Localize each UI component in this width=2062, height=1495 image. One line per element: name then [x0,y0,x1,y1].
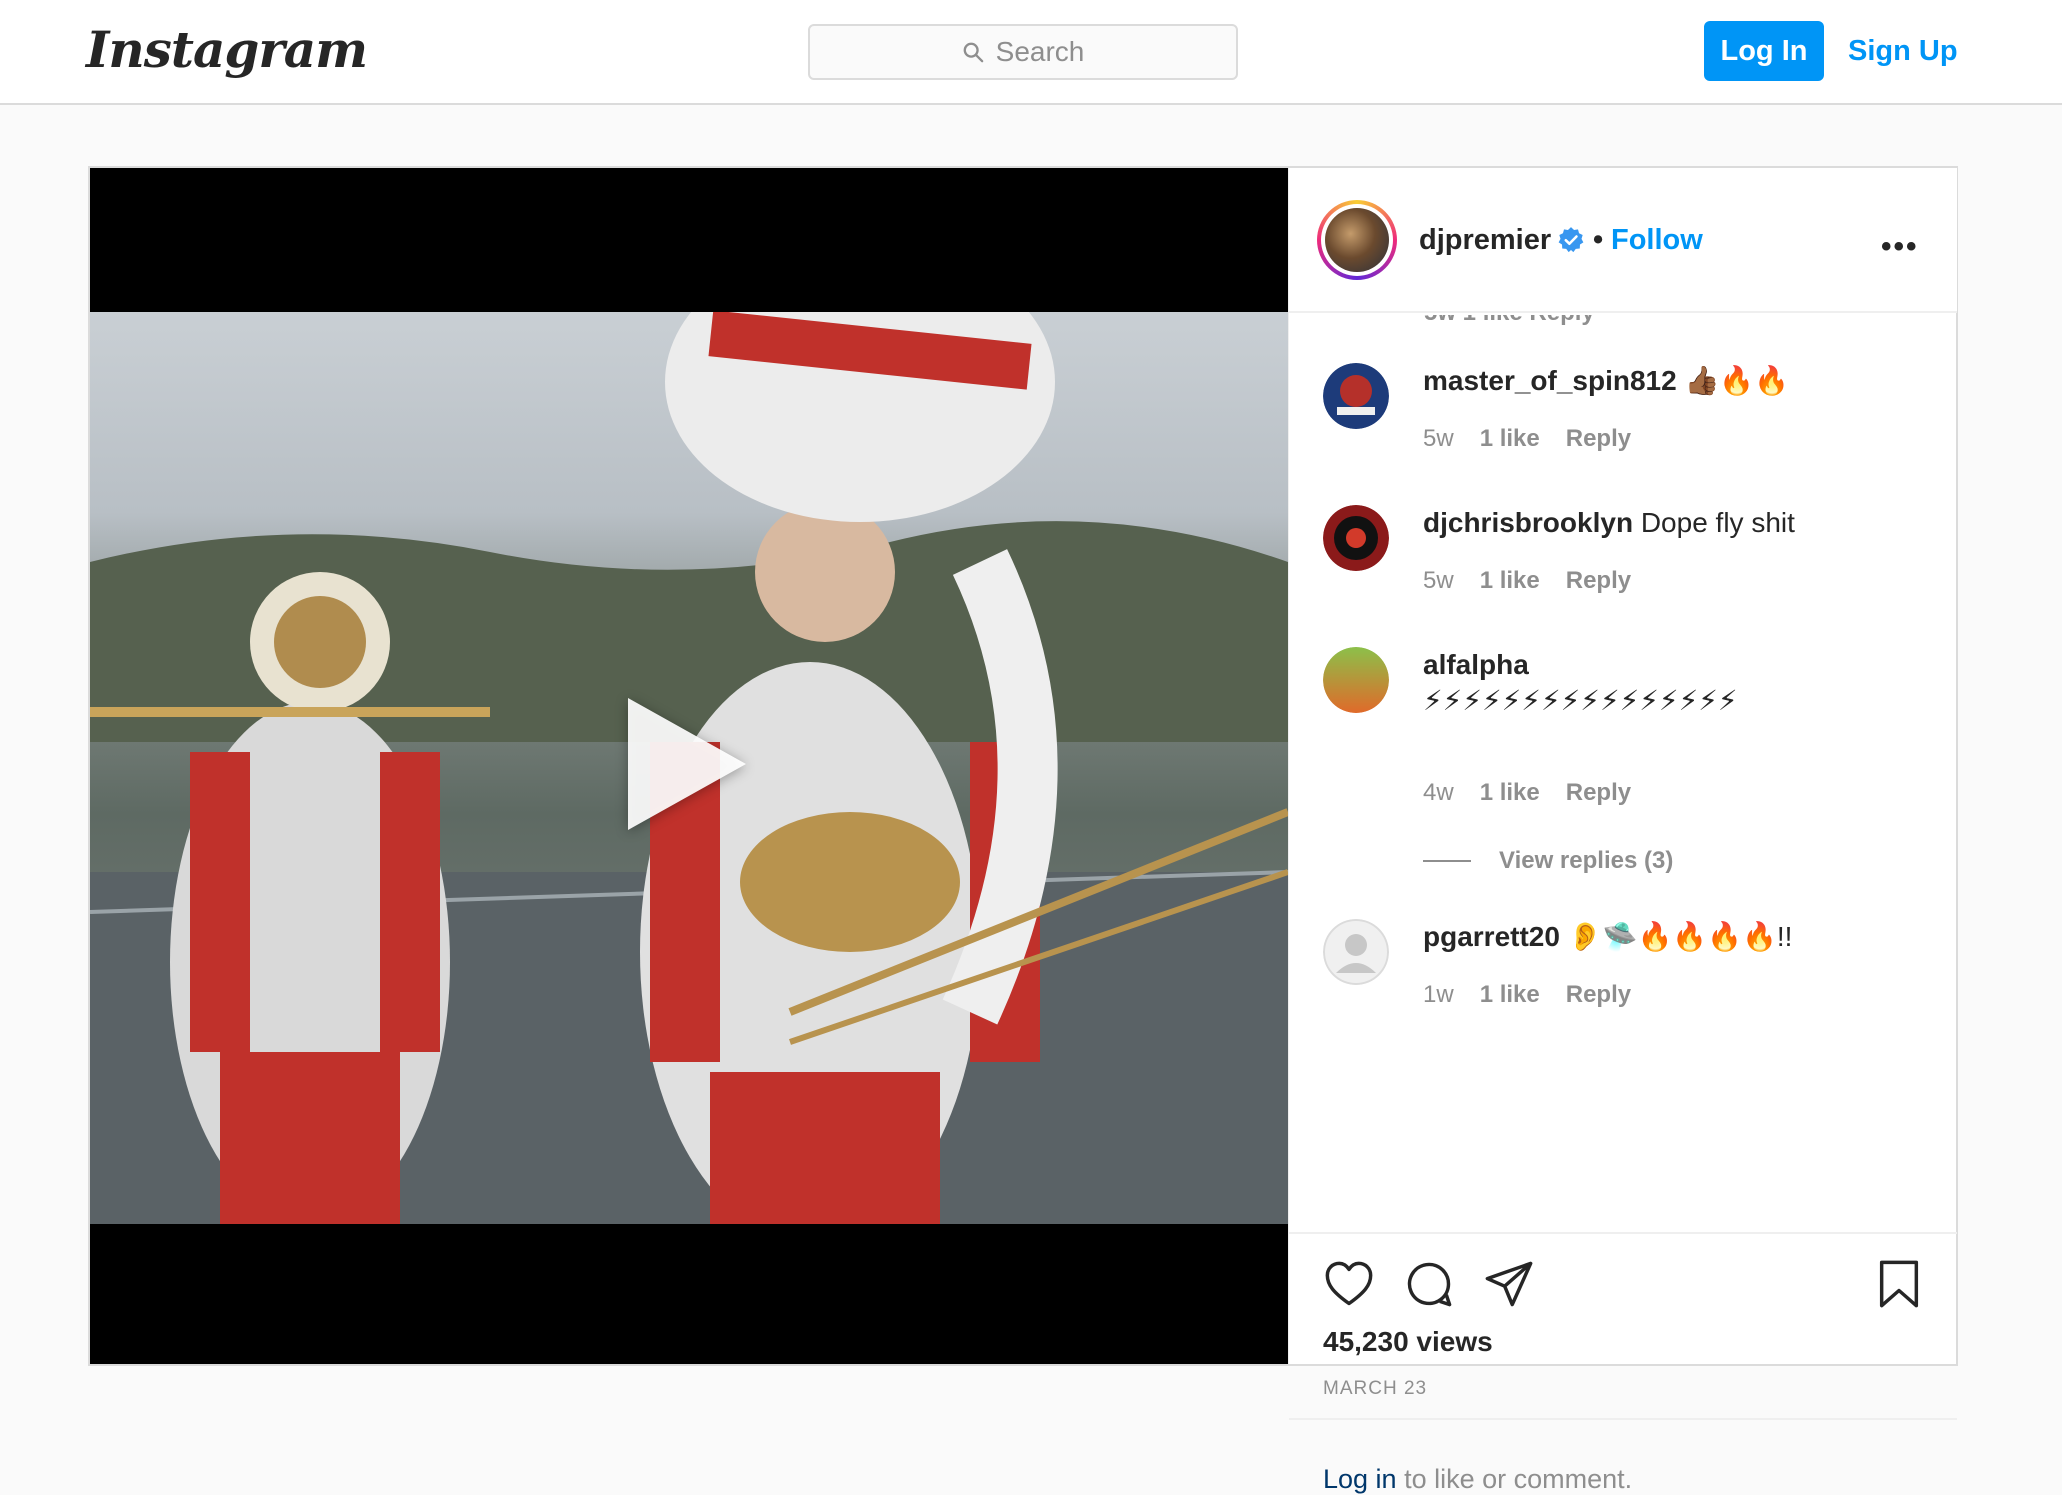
comment-body: djchrisbrooklyn Dope fly shit [1423,505,1923,541]
comment-body: master_of_spin812 👍🏾🔥🔥 [1423,363,1923,399]
comment-likes[interactable]: 1 like [1480,567,1540,595]
commenter-username[interactable]: pgarrett20 [1423,921,1560,952]
follow-button[interactable]: Follow [1611,224,1703,257]
post-date[interactable]: MARCH 23 [1323,1378,1427,1400]
separator-dot: • [1593,224,1604,256]
commenter-username[interactable]: djchrisbrooklyn [1423,507,1633,538]
post-card: djpremier • Follow ••• 5w 1 like Reply m… [88,166,1958,1494]
signup-link[interactable]: Sign Up [1848,21,1958,81]
post-video[interactable] [90,168,1288,1364]
heart-icon[interactable] [1323,1258,1375,1310]
comment-body: alfalpha ⚡⚡⚡⚡⚡⚡⚡⚡⚡⚡⚡⚡⚡⚡⚡⚡ [1423,647,1923,719]
reply-button[interactable]: Reply [1566,981,1631,1009]
search-input[interactable]: Search [808,24,1238,80]
verified-badge-icon [1558,227,1584,253]
comment-text: Dope fly shit [1640,507,1795,538]
top-nav: Instagram Search Log In Sign Up [0,0,2062,105]
replies-divider [1423,860,1471,862]
commenter-avatar[interactable] [1323,647,1389,713]
search-placeholder: Search [995,36,1085,67]
divider [1289,1232,1957,1234]
comment-age: 5w [1423,567,1454,594]
more-options-icon[interactable]: ••• [1881,230,1919,264]
play-icon[interactable] [628,698,746,830]
comment-age: 5w [1423,425,1454,452]
author-avatar[interactable] [1317,200,1397,280]
comment-text: 👂🛸🔥🔥🔥🔥!! [1567,921,1793,952]
commenter-avatar[interactable] [1323,505,1389,571]
reply-button[interactable]: Reply [1566,425,1631,453]
login-link[interactable]: Log in [1323,1464,1397,1494]
comment-age: 4w [1423,779,1454,806]
comment-text: ⚡⚡⚡⚡⚡⚡⚡⚡⚡⚡⚡⚡⚡⚡⚡⚡ [1423,685,1738,716]
comment-meta: 5w 1 like Reply [1423,567,1631,595]
share-icon[interactable] [1483,1258,1535,1310]
login-button[interactable]: Log In [1704,21,1824,81]
comment-text: 👍🏾🔥🔥 [1684,365,1790,396]
view-replies-label: View replies (3) [1499,847,1674,874]
comment-likes[interactable]: 1 like [1480,425,1540,453]
divider [1289,1418,1957,1420]
view-count[interactable]: 45,230 views [1323,1326,1493,1358]
comment-body: pgarrett20 👂🛸🔥🔥🔥🔥!! [1423,919,1923,955]
comment-icon[interactable] [1403,1258,1455,1310]
comment-meta: 5w 1 like Reply [1423,425,1631,453]
commenter-username[interactable]: alfalpha [1423,649,1529,680]
comment-age: 1w [1423,981,1454,1008]
post-header: djpremier • Follow ••• [1289,168,1957,313]
comment-likes[interactable]: 1 like [1480,779,1540,807]
commenter-avatar[interactable] [1323,919,1389,985]
commenter-avatar[interactable] [1323,363,1389,429]
instagram-logo[interactable]: Instagram [86,20,368,79]
comments-list[interactable]: 5w 1 like Reply master_of_spin812 👍🏾🔥🔥 5… [1289,315,1957,1232]
author-username[interactable]: djpremier [1419,224,1551,257]
login-cta-text: to like or comment. [1396,1464,1633,1494]
partial-comment-meta: 5w 1 like Reply [1424,315,1595,327]
reply-button[interactable]: Reply [1566,567,1631,595]
comment-meta: 4w 1 like Reply [1423,779,1631,807]
login-to-comment: Log in to like or comment. [1323,1464,1632,1495]
comment-likes[interactable]: 1 like [1480,981,1540,1009]
post-side-panel: djpremier • Follow ••• 5w 1 like Reply m… [1288,168,1957,1494]
comment-meta: 1w 1 like Reply [1423,981,1631,1009]
commenter-username[interactable]: master_of_spin812 [1423,365,1677,396]
reply-button[interactable]: Reply [1566,779,1631,807]
view-replies-button[interactable]: View replies (3) [1423,847,1673,875]
search-icon [963,42,983,63]
bookmark-icon[interactable] [1873,1258,1925,1310]
